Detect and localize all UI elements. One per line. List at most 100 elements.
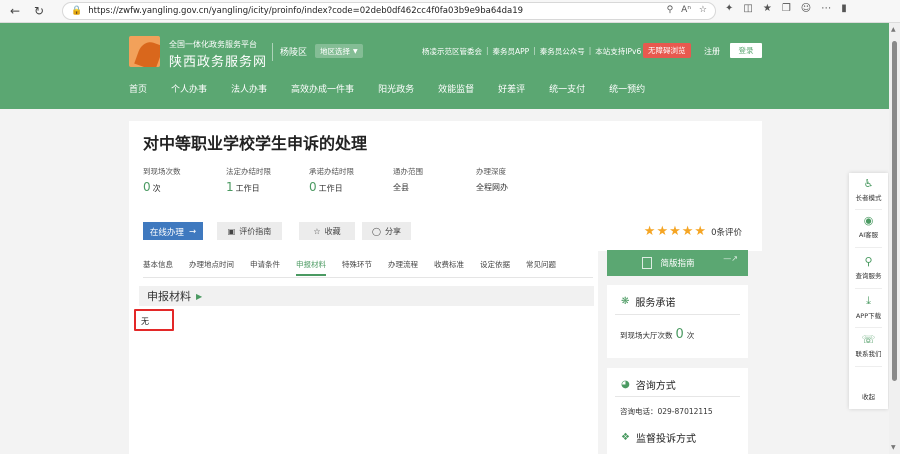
favorites-bar-icon[interactable]: ★ [763,3,772,14]
tab-special-steps[interactable]: 特殊环节 [342,259,372,276]
stat-label: 通办范围 [393,167,423,176]
zoom-icon[interactable]: ⚲ [667,5,674,15]
stat-promise-deadline: 承诺办结时限 0 工作日 [309,166,354,194]
scroll-thumb[interactable] [892,41,897,381]
caret-down-icon: ▼ [353,47,358,55]
share-button[interactable]: ◯ 分享 [362,222,411,241]
collections-icon[interactable]: ❐ [782,3,791,14]
favorite-icon[interactable]: ☆ [699,5,707,15]
stat-value: 1 工作日 [226,180,260,194]
page-scrollbar[interactable]: ▲ ▼ [889,23,900,454]
top-link-app[interactable]: 秦务员APP [493,46,530,57]
register-link[interactable]: 注册 [704,46,720,57]
stat-label: 承诺办结时限 [309,167,354,176]
divider [615,314,740,315]
highlight-box [134,309,174,331]
rating: ★★★★★ 0条评价 [644,224,742,239]
tab-location-time[interactable]: 办理地点时间 [189,259,234,276]
scroll-up-icon[interactable]: ▲ [891,26,896,33]
divider [855,288,882,289]
tab-conditions[interactable]: 申请条件 [250,259,280,276]
consultation-card: ◕ 咨询方式 咨询电话：029-87012115 ❖ 监督投诉方式 [607,368,748,454]
online-apply-button[interactable]: 在线办理 → [143,222,203,241]
page-title: 对中等职业学校学生申诉的处理 [143,134,368,153]
tab-fees[interactable]: 收费标准 [434,259,464,276]
tab-basis[interactable]: 设定依据 [480,259,510,276]
nav-corporate[interactable]: 法人办事 [231,82,267,95]
back-icon[interactable]: ← [6,2,24,20]
float-contact-us[interactable]: ☏ 联系我们 [849,333,888,358]
more-icon[interactable]: ⋯ [821,3,831,14]
sidebar-icon[interactable]: ▮ [841,3,847,14]
star-outline-icon: ☆ [313,227,321,236]
nav-payment[interactable]: 统一支付 [549,82,585,95]
section-header-materials: 申报材料 ▶ [139,286,594,306]
nav-home[interactable]: 首页 [129,82,147,95]
float-collapse[interactable]: 收起 [849,391,888,401]
brand-title[interactable]: 陕西政务服务网 [169,51,267,70]
tab-process[interactable]: 办理流程 [388,259,418,276]
brand-subtitle: 全国一体化政务服务平台 [169,40,257,49]
arrow-right-icon: → [188,226,197,237]
split-icon[interactable]: ◫ [743,3,752,14]
address-bar[interactable]: 🔒 https://zwfw.yangling.gov.cn/yangling/… [62,2,716,20]
search-icon: ⚲ [864,255,873,268]
section-title: 申报材料 [147,290,191,303]
profile-icon[interactable]: ☺ [801,3,811,14]
reload-icon[interactable]: ↻ [30,2,48,20]
evaluation-guide-button[interactable]: ▣ 评价指南 [217,222,282,241]
simple-guide-button[interactable]: 简版指南 —↗ [607,250,748,276]
simple-guide-label: 简版指南 [660,259,695,269]
lock-icon[interactable]: 🔒 [71,6,82,16]
detail-tabs: 基本信息 办理地点时间 申请条件 申报材料 特殊环节 办理流程 收费标准 设定依… [143,259,572,276]
nav-open-gov[interactable]: 阳光政务 [378,82,414,95]
collect-button[interactable]: ☆ 收藏 [299,222,355,241]
headset-icon: ◕ [621,379,630,390]
top-link-wechat[interactable]: 秦务员公众号 [540,46,585,57]
read-aloud-icon[interactable]: Aⁿ [681,5,691,15]
site-logo[interactable] [129,36,160,67]
share-label: 分享 [384,227,401,236]
stat-label: 法定办结时限 [226,167,271,176]
float-ai-service[interactable]: ◉ AI客服 [849,214,888,239]
complaint-title: ❖ 监督投诉方式 [621,430,696,445]
divider [855,247,882,248]
login-button[interactable]: 登录 [730,43,762,58]
tab-faq[interactable]: 常见问题 [526,259,556,276]
url-text[interactable]: https://zwfw.yangling.gov.cn/yangling/ic… [88,6,523,16]
scroll-down-icon[interactable]: ▼ [891,444,896,451]
service-commitment-card: ❋ 服务承诺 到现场大厅次数 0 次 [607,285,748,358]
content-card: 基本信息 办理地点时间 申请条件 申报材料 特殊环节 办理流程 收费标准 设定依… [129,240,598,454]
float-app-download[interactable]: ⤓ APP下载 [849,294,888,320]
tab-basic-info[interactable]: 基本信息 [143,259,173,276]
stat-legal-deadline: 法定办结时限 1 工作日 [226,166,271,194]
nav-personal[interactable]: 个人办事 [171,82,207,95]
supervision-icon: ❖ [621,432,630,443]
nav-supervision[interactable]: 效能监督 [438,82,474,95]
service-title-card: 对中等职业学校学生申诉的处理 到现场次数 0次 法定办结时限 1 工作日 承诺办结… [129,121,762,251]
rating-count[interactable]: 0条评价 [711,226,742,238]
share-icon: ◯ [372,227,381,236]
main-nav: 首页 个人办事 法人办事 高效办成一件事 阳光政务 效能监督 好差评 统一支付 … [129,82,669,95]
float-elder-mode[interactable]: ♿ 长者模式 [849,177,888,202]
service-commitment-label: 服务承诺 [635,298,676,309]
current-region: 杨陵区 [280,48,308,58]
region-select-button[interactable]: 地区选择 ▼ [315,44,363,58]
top-link-ipv6[interactable]: 本站支持IPv6 [595,46,641,57]
barrier-free-button[interactable]: 无障碍浏览 [643,43,691,58]
top-link-committee[interactable]: 杨凌示范区管委会 [422,46,482,57]
float-query-service[interactable]: ⚲ 查询服务 [849,255,888,280]
extensions-icon[interactable]: ✦ [725,3,733,14]
guide-icon: ▣ [227,227,236,236]
tab-materials[interactable]: 申报材料 [296,259,326,276]
stat-label: 到现场次数 [143,167,181,176]
document-icon [642,257,652,269]
stat-value: 0次 [143,180,161,194]
nav-appointment[interactable]: 统一预约 [609,82,645,95]
page-curl-icon: —↗ [723,254,738,263]
complaint-label: 监督投诉方式 [635,434,696,445]
consultation-phone: 咨询电话：029-87012115 [620,407,713,416]
online-apply-label: 在线办理 [149,227,184,238]
nav-evaluation[interactable]: 好差评 [498,82,525,95]
nav-one-thing[interactable]: 高效办成一件事 [291,82,354,95]
